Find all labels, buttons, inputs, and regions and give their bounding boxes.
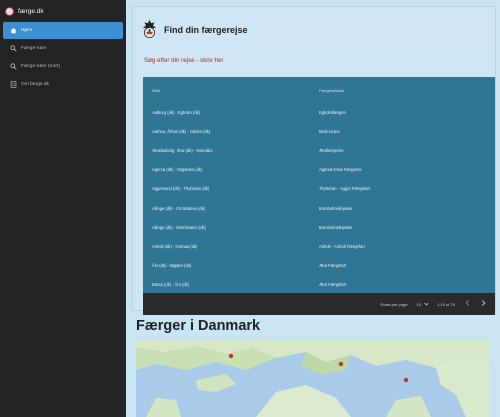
company-cell: Bornholmslinjeeks	[319, 224, 353, 230]
route-cell: Agersø (dk) - Stigsnæs (dk)	[152, 167, 203, 173]
route-cell: Aalborg (dk) - Egholm (dk)	[152, 110, 201, 116]
previous-page-button[interactable]	[463, 300, 471, 308]
chevron-left-icon	[465, 300, 469, 306]
route-cell: Allinge (dk) - Christiansø (dk)	[152, 205, 206, 211]
table-row[interactable]: Barsø (dk) - Års (dk) Ærø Færgefart	[143, 275, 495, 294]
sidebar: færge.dk Hjem Færge-ruter Færge-ruter (K…	[0, 0, 126, 417]
company-cell: Ærøfærgerne	[319, 148, 344, 154]
rows-per-page-select[interactable]: 10	[417, 302, 429, 307]
search-prompt-link[interactable]: Søg efter din rejse - skriv her	[144, 57, 223, 64]
table-row[interactable]: Allinge (dk) - Simrishamn (dk) Bornholms…	[143, 218, 495, 237]
sidebar-header[interactable]: færge.dk	[0, 0, 126, 22]
sidebar-item-label: Færge-ruter	[21, 46, 47, 51]
company-cell: Thyborøn - Agger Færgefart	[319, 186, 370, 192]
company-cell: Ærø Færgefart	[319, 262, 347, 268]
route-cell: Anholt (dk) - Grenaa (dk)	[152, 243, 198, 249]
home-icon	[10, 27, 17, 34]
map-section-title: Færger i Danmark	[136, 318, 261, 334]
search-card: Find din færgerejse Søg efter din rejse …	[132, 6, 496, 315]
map-canvas[interactable]	[136, 340, 490, 417]
table-row[interactable]: Allinge (dk) - Christiansø (dk) Bornholm…	[143, 198, 495, 217]
logo-icon	[5, 6, 14, 16]
chevron-right-icon	[481, 300, 485, 306]
column-header-company[interactable]: Færgeselskab	[311, 88, 344, 93]
main-content: Find din færgerejse Søg efter din rejse …	[126, 0, 500, 417]
next-page-button[interactable]	[479, 300, 487, 308]
search-icon	[10, 63, 17, 70]
sidebar-item-home[interactable]: Hjem	[3, 22, 123, 39]
table-row[interactable]: Aggersund (dk) - Thyborøn (dk) Thyborøn …	[143, 179, 495, 198]
table-row[interactable]: Anholt (dk) - Grenaa (dk) Anholt - Anhol…	[143, 237, 495, 256]
table-row[interactable]: Aarhus, Århus (dk) - Odden (dk) Mols-Lin…	[143, 122, 495, 141]
ferry-icon	[142, 19, 157, 39]
chevron-down-icon	[424, 302, 429, 306]
sidebar-item-ferry-routes-map[interactable]: Færge-ruter (Kort)	[3, 58, 123, 75]
card-title: Find din færgerejse	[164, 25, 248, 35]
table-header: Rute Færgeselskab	[143, 77, 495, 103]
sidebar-item-label: Om færge.dk	[21, 82, 49, 87]
table-row[interactable]: Aalborg (dk) - Egholm (dk) Egholmfærgen	[143, 103, 495, 122]
ferry-map[interactable]	[136, 340, 490, 417]
company-cell: Ærø Færgefart	[319, 281, 347, 287]
search-icon	[10, 45, 17, 52]
pagination-range: 1-10 of 76	[436, 301, 455, 307]
company-cell: Egholmfærgen	[319, 110, 346, 116]
company-cell: Mols-Linien	[319, 129, 340, 135]
table-row[interactable]: Agersø (dk) - Stigsnæs (dk) Agersø-Omø F…	[143, 160, 495, 179]
route-cell: Aarhus, Århus (dk) - Odden (dk)	[152, 129, 211, 135]
route-cell: Allinge (dk) - Simrishamn (dk)	[152, 224, 206, 230]
sidebar-item-about[interactable]: Om færge.dk	[3, 76, 123, 93]
company-cell: Anholt - Anholt Færgefart	[319, 243, 365, 249]
routes-table: Rute Færgeselskab Aalborg (dk) - Egholm …	[143, 77, 495, 315]
app-title: færge.dk	[18, 7, 44, 15]
company-cell: Bornholmslinjeeks	[319, 205, 353, 211]
route-cell: Års (dk) - Bøjden (dk)	[152, 262, 192, 268]
company-cell: Agersø-Omø Færgerne	[319, 167, 362, 173]
column-header-route[interactable]: Rute	[143, 88, 311, 93]
route-cell: Barsø (dk) - Års (dk)	[152, 281, 190, 287]
table-pagination: Rows per page: 10 1-10 of 76	[143, 293, 495, 315]
rows-per-page-label: Rows per page:	[380, 301, 409, 307]
route-cell: Ærøskøbing, Ærø (dk) - Svendbo	[152, 148, 213, 154]
rows-per-page-value: 10	[416, 301, 421, 307]
table-row[interactable]: Ærøskøbing, Ærø (dk) - Svendbo Ærøfærger…	[143, 141, 495, 160]
route-cell: Aggersund (dk) - Thyborøn (dk)	[152, 186, 210, 192]
sidebar-item-label: Hjem	[21, 28, 33, 33]
info-icon	[10, 81, 17, 88]
table-row[interactable]: Års (dk) - Bøjden (dk) Ærø Færgefart	[143, 256, 495, 275]
sidebar-item-ferry-routes[interactable]: Færge-ruter	[3, 40, 123, 57]
sidebar-item-label: Færge-ruter (Kort)	[21, 64, 60, 69]
card-header: Find din færgerejse	[141, 19, 248, 41]
